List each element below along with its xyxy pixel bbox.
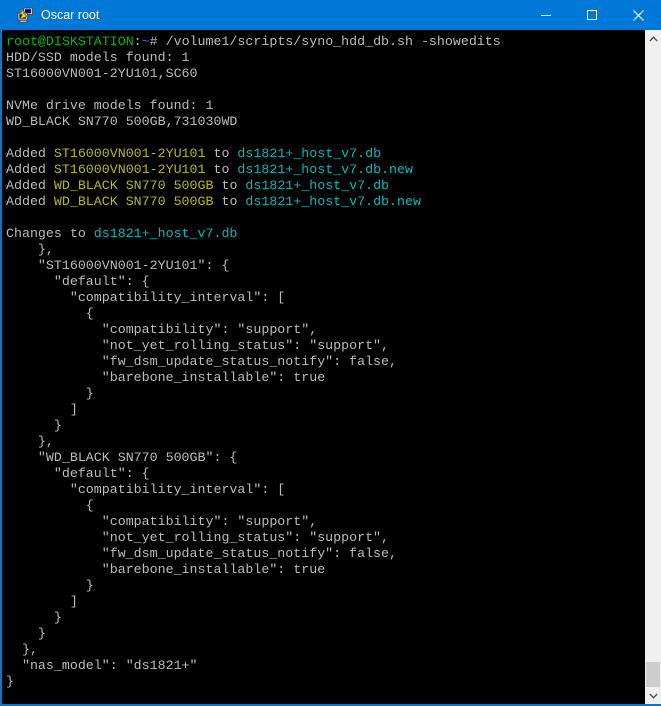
terminal-line: "not_yet_rolling_status": "support", [6,530,645,546]
terminal-line: "ST16000VN001-2YU101": { [6,258,645,274]
minimize-icon [541,15,551,16]
maximize-icon [587,10,597,20]
terminal-line: ST16000VN001-2YU101,SC60 [6,66,645,82]
terminal-line: } [6,610,645,626]
chevron-up-icon [649,36,658,42]
terminal-line: } [6,674,645,690]
close-icon [633,10,644,21]
terminal-line: "barebone_installable": true [6,562,645,578]
terminal-line: WD_BLACK SN770 500GB,731030WD [6,114,645,130]
putty-window: Oscar root root@DISKSTATION:~# /volume1/… [0,0,661,706]
terminal-line: } [6,578,645,594]
scrollbar-track[interactable] [645,47,661,687]
terminal-line: } [6,626,645,642]
terminal-line [6,130,645,146]
terminal-line: "compatibility_interval": [ [6,290,645,306]
terminal-line: "WD_BLACK SN770 500GB": { [6,450,645,466]
window-body: root@DISKSTATION:~# /volume1/scripts/syn… [0,30,661,706]
window-title: Oscar root [41,8,99,22]
terminal-line: "fw_dsm_update_status_notify": false, [6,354,645,370]
terminal-output[interactable]: root@DISKSTATION:~# /volume1/scripts/syn… [2,30,645,704]
terminal-line: } [6,418,645,434]
terminal-line: NVMe drive models found: 1 [6,98,645,114]
terminal-line: } [6,386,645,402]
maximize-button[interactable] [569,0,615,30]
chevron-down-icon [649,693,658,699]
terminal-line [6,82,645,98]
terminal-line: "compatibility_interval": [ [6,482,645,498]
terminal-line: }, [6,642,645,658]
terminal-line: ] [6,594,645,610]
terminal-line [6,210,645,226]
terminal-line: { [6,498,645,514]
scroll-up-button[interactable] [645,30,661,47]
terminal-line: HDD/SSD models found: 1 [6,50,645,66]
terminal-line: "default": { [6,466,645,482]
terminal-line: "barebone_installable": true [6,370,645,386]
scrollbar[interactable] [645,30,661,704]
terminal-line: "default": { [6,274,645,290]
terminal-line: Added ST16000VN001-2YU101 to ds1821+_hos… [6,146,645,162]
terminal-line: root@DISKSTATION:~# /volume1/scripts/syn… [6,34,645,50]
terminal-line: "compatibility": "support", [6,322,645,338]
terminal-line: Added ST16000VN001-2YU101 to ds1821+_hos… [6,162,645,178]
terminal-line: "nas_model": "ds1821+" [6,658,645,674]
terminal-line: "fw_dsm_update_status_notify": false, [6,546,645,562]
scrollbar-thumb[interactable] [646,662,660,687]
terminal-line: }, [6,434,645,450]
window-controls [523,0,661,30]
minimize-button[interactable] [523,0,569,30]
titlebar[interactable]: Oscar root [0,0,661,30]
terminal-line: }, [6,242,645,258]
terminal-line: "not_yet_rolling_status": "support", [6,338,645,354]
terminal-line: { [6,306,645,322]
terminal-line: ] [6,402,645,418]
terminal-line: Added WD_BLACK SN770 500GB to ds1821+_ho… [6,178,645,194]
scroll-down-button[interactable] [645,687,661,704]
close-button[interactable] [615,0,661,30]
terminal-line: Added WD_BLACK SN770 500GB to ds1821+_ho… [6,194,645,210]
terminal-line: Changes to ds1821+_host_v7.db [6,226,645,242]
terminal-line: "compatibility": "support", [6,514,645,530]
putty-app-icon [17,7,33,23]
